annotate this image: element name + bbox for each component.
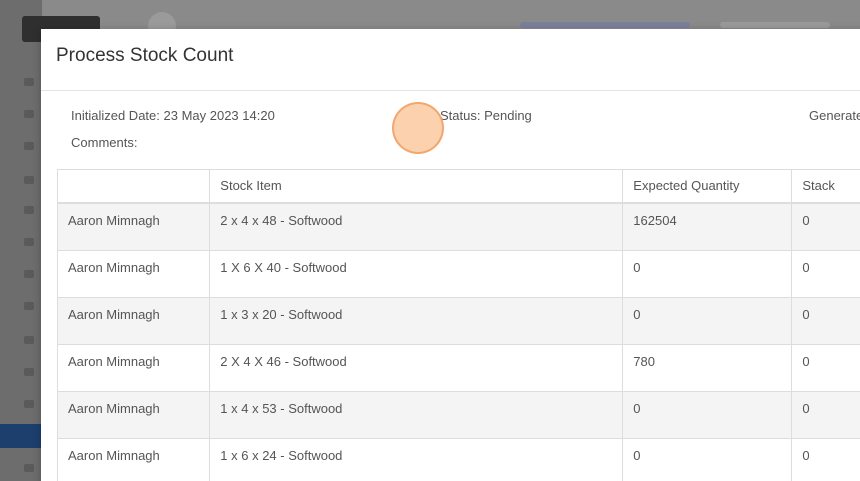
table-header-row: Stock Item Expected Quantity Stack [56,169,860,204]
cell-stack: 0 [791,343,860,392]
cell-expected-quantity: 0 [622,437,793,481]
cell-stack: 0 [791,202,860,251]
cell-user: Aaron Mimnagh [56,343,211,392]
cell-user: Aaron Mimnagh [56,249,211,298]
cell-stack: 0 [791,249,860,298]
cell-stock-item: 1 x 6 x 24 - Softwood [209,437,624,481]
cell-stack: 0 [791,437,860,481]
background-nav-icon [24,464,34,472]
cell-expected-quantity: 0 [622,296,793,345]
column-header-stock-item: Stock Item [209,169,624,204]
background-nav-icon [24,368,34,376]
column-header-stack: Stack [791,169,860,204]
cell-stack: 0 [791,296,860,345]
cell-user: Aaron Mimnagh [56,437,211,481]
status-text: Status: Pending [440,108,532,123]
cell-stock-item: 1 x 3 x 20 - Softwood [209,296,624,345]
background-nav-icon [24,336,34,344]
cell-expected-quantity: 0 [622,249,793,298]
background-nav-icon [24,78,34,86]
cell-user: Aaron Mimnagh [56,296,211,345]
background-nav-icon [24,206,34,214]
background-nav-icon [24,110,34,118]
generated-text: Generated [809,108,860,123]
background-top-link [520,22,690,28]
cell-expected-quantity: 162504 [622,202,793,251]
background-nav-icon [24,270,34,278]
cell-stock-item: 2 x 4 x 48 - Softwood [209,202,624,251]
background-top-link-secondary [720,22,830,28]
comments-label: Comments: [71,135,138,150]
cell-stock-item: 2 X 4 X 46 - Softwood [209,343,624,392]
column-header-user [56,169,211,204]
cell-user: Aaron Mimnagh [56,390,211,439]
table-row[interactable]: Aaron Mimnagh 1 x 3 x 20 - Softwood 0 0 [56,296,860,345]
modal-title: Process Stock Count [56,45,234,66]
table-row[interactable]: Aaron Mimnagh 1 x 4 x 53 - Softwood 0 0 [56,390,860,439]
table-row[interactable]: Aaron Mimnagh 2 X 4 X 46 - Softwood 780 … [56,343,860,392]
cell-stock-item: 1 X 6 X 40 - Softwood [209,249,624,298]
cell-stock-item: 1 x 4 x 53 - Softwood [209,390,624,439]
background-nav-icon [24,400,34,408]
click-indicator [392,102,444,154]
background-nav-icon [24,176,34,184]
initialized-date: Initialized Date: 23 May 2023 14:20 [71,108,275,123]
background-nav-icon [24,142,34,150]
modal-header: Process Stock Count [41,29,860,91]
background-nav-icon [24,238,34,246]
column-header-expected-quantity: Expected Quantity [622,169,793,204]
stock-count-table: Stock Item Expected Quantity Stack Aaron… [56,169,860,481]
background-nav-icon [24,302,34,310]
table-row[interactable]: Aaron Mimnagh 1 x 6 x 24 - Softwood 0 0 [56,437,860,481]
background-sidebar [0,0,42,481]
cell-expected-quantity: 0 [622,390,793,439]
table-row[interactable]: Aaron Mimnagh 1 X 6 X 40 - Softwood 0 0 [56,249,860,298]
cell-user: Aaron Mimnagh [56,202,211,251]
process-stock-count-modal: Process Stock Count Initialized Date: 23… [41,29,860,481]
background-nav-active-item [0,424,42,448]
table-row[interactable]: Aaron Mimnagh 2 x 4 x 48 - Softwood 1625… [56,202,860,251]
cell-stack: 0 [791,390,860,439]
cell-expected-quantity: 780 [622,343,793,392]
